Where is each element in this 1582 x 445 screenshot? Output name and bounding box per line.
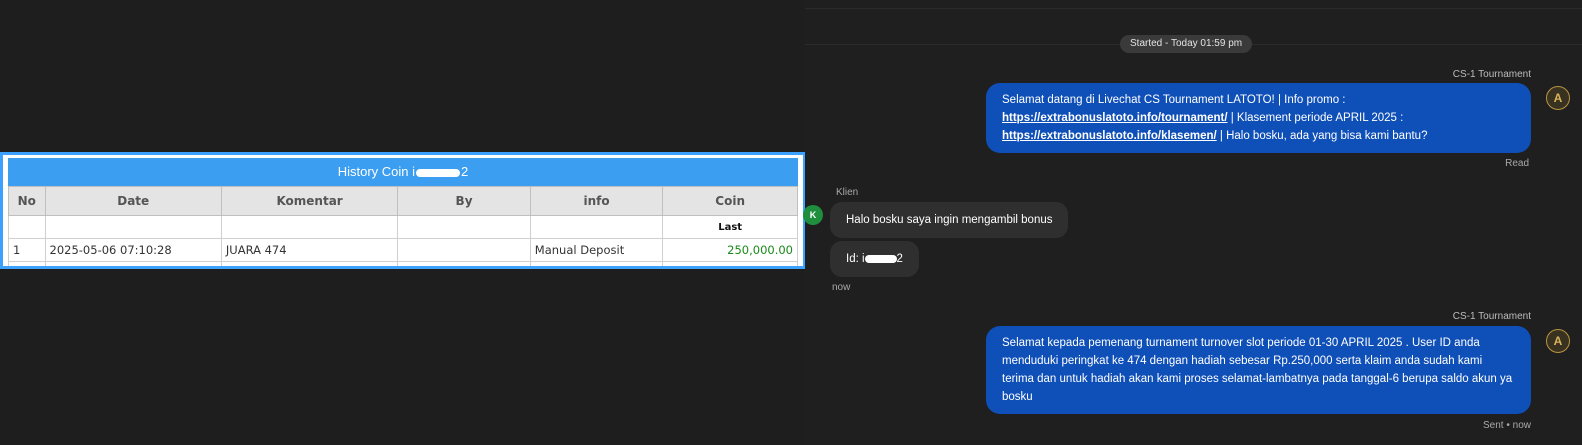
client-id-prefix: Id: i <box>846 253 865 265</box>
agent-avatar: A <box>1546 86 1570 110</box>
chat-panel: Started - Today 01:59 pm CS-1 Tournament… <box>803 0 1582 445</box>
empty-cell <box>397 215 531 239</box>
col-header-info[interactable]: info <box>529 186 664 216</box>
agent-message: Selamat datang di Livechat CS Tournament… <box>986 83 1531 153</box>
history-title-prefix: History Coin i <box>337 164 416 179</box>
empty-cell <box>529 261 664 266</box>
history-table: No Date Komentar By info Coin Last 1 202… <box>8 186 798 266</box>
last-row: Last <box>8 215 798 239</box>
cell-coin: 250,000.00 <box>662 238 798 262</box>
message-text: Selamat datang di Livechat CS Tournament… <box>1002 94 1346 106</box>
table-header-row: No Date Komentar By info Coin <box>8 186 798 216</box>
last-label: Last <box>662 215 798 239</box>
cell-no: 1 <box>8 238 46 262</box>
client-avatar: K <box>803 205 823 225</box>
message-text: | Klasement periode APRIL 2025 : <box>1227 112 1404 124</box>
col-header-komentar[interactable]: Komentar <box>220 186 399 216</box>
empty-cell <box>662 261 798 266</box>
agent-message: Selamat kepada pemenang turnament turnov… <box>986 326 1531 414</box>
cell-by <box>397 238 531 262</box>
agent-name: CS-1 Tournament <box>1452 311 1531 322</box>
table-row <box>8 261 798 266</box>
history-coin-panel: History Coin i 2 No Date Komentar By info… <box>0 152 806 269</box>
empty-cell <box>8 261 46 266</box>
tournament-link[interactable]: https://extrabonuslatoto.info/tournament… <box>1002 112 1228 124</box>
redaction-mark <box>864 254 897 263</box>
sent-status: Sent • now <box>1483 420 1531 431</box>
history-title-suffix: 2 <box>461 164 469 179</box>
empty-cell <box>397 261 531 266</box>
empty-cell <box>44 261 222 266</box>
klasemen-link[interactable]: https://extrabonuslatoto.info/klasemen/ <box>1002 130 1217 142</box>
cell-info: Manual Deposit <box>529 238 664 262</box>
col-header-coin[interactable]: Coin <box>662 186 798 216</box>
col-header-no[interactable]: No <box>8 186 46 216</box>
empty-cell <box>529 215 664 239</box>
message-text: | Halo bosku, ada yang bisa kami bantu? <box>1216 130 1428 142</box>
empty-cell <box>44 215 222 239</box>
empty-cell <box>220 215 399 239</box>
table-row: 1 2025-05-06 07:10:28 JUARA 474 Manual D… <box>8 238 798 262</box>
client-timestamp: now <box>832 282 851 293</box>
client-message: Id: i 2 <box>830 241 919 277</box>
agent-name: CS-1 Tournament <box>1452 69 1531 80</box>
started-badge: Started - Today 01:59 pm <box>1120 35 1253 53</box>
cell-date: 2025-05-06 07:10:28 <box>44 238 222 262</box>
redaction-mark <box>416 168 461 177</box>
col-header-by[interactable]: By <box>397 186 531 216</box>
client-message: Halo bosku saya ingin mengambil bonus <box>830 202 1069 238</box>
empty-cell <box>220 261 399 266</box>
read-status: Read <box>1505 158 1529 169</box>
col-header-date[interactable]: Date <box>44 186 222 216</box>
client-id-suffix: 2 <box>896 253 903 265</box>
client-name: Klien <box>836 187 859 198</box>
agent-avatar: A <box>1546 329 1570 353</box>
history-title: History Coin i 2 <box>8 158 798 186</box>
empty-cell <box>8 215 46 239</box>
cell-komentar: JUARA 474 <box>220 238 399 262</box>
divider <box>805 8 1582 9</box>
